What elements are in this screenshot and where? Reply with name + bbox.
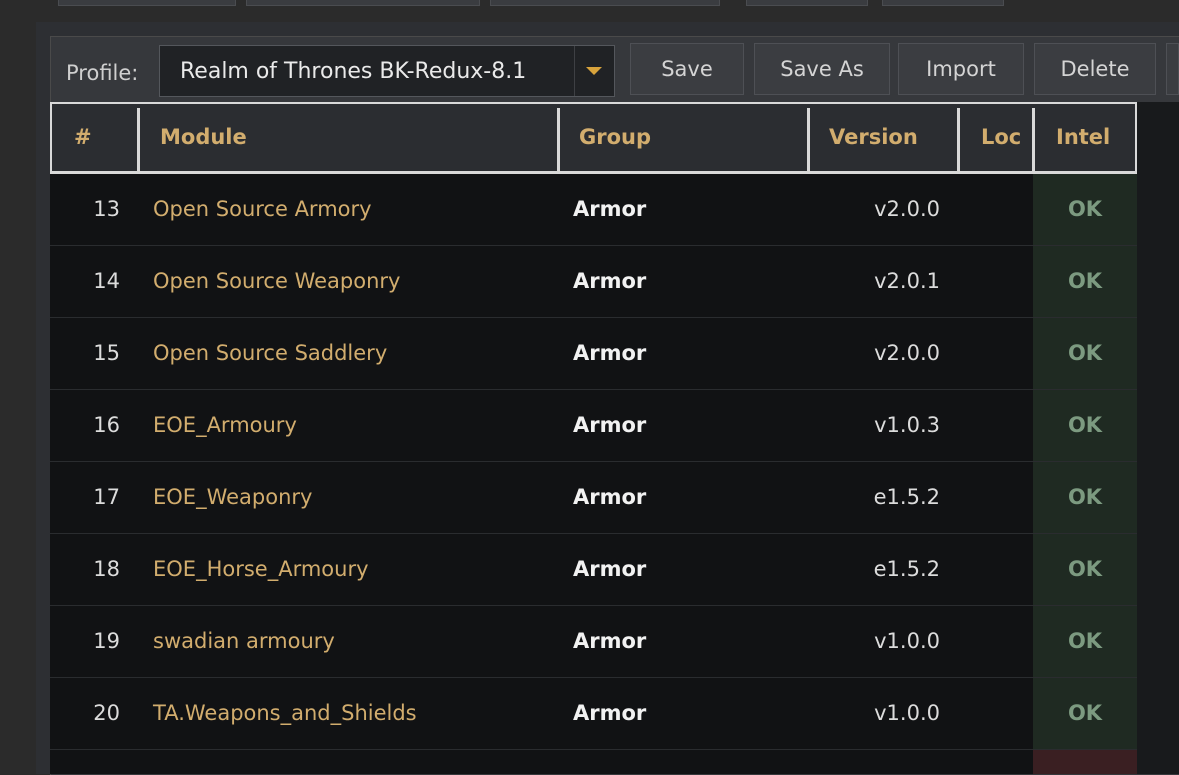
col-header-num[interactable]: # <box>74 104 134 171</box>
table-row[interactable]: 13 Open Source Armory Armor v2.0.0 OK <box>50 174 1137 246</box>
profile-dropdown-value: Realm of Thrones BK-Redux-8.1 <box>180 59 527 84</box>
col-separator[interactable] <box>1032 108 1035 171</box>
row-number: 14 <box>93 269 120 293</box>
grid-scroll-area[interactable] <box>1137 102 1179 774</box>
row-version: v1.0.3 <box>874 413 940 437</box>
row-group: Armor <box>573 485 647 509</box>
col-header-intel[interactable]: Intel <box>1056 104 1110 171</box>
row-group: Armor <box>573 629 647 653</box>
grid-header: # Module Group Version Loc Intel <box>50 102 1137 174</box>
window-left-frame <box>0 0 37 774</box>
row-group: Armor <box>573 701 647 725</box>
row-module-name: Open Source Weaponry <box>153 269 401 293</box>
col-separator[interactable] <box>557 108 560 171</box>
row-module-name: TA.Weapons_and_Shields <box>153 701 417 725</box>
row-module-name: EOE_Horse_Armoury <box>153 557 369 581</box>
row-number: 20 <box>93 701 120 725</box>
top-toolbar-strip <box>0 0 1179 22</box>
top-button-4[interactable] <box>746 0 868 6</box>
chevron-down-icon[interactable] <box>586 67 602 75</box>
table-row[interactable]: 15 Open Source Saddlery Armor v2.0.0 OK <box>50 318 1137 390</box>
row-group: Armor <box>573 413 647 437</box>
row-group: Armor <box>573 557 647 581</box>
row-module-name: swadian armoury <box>153 629 335 653</box>
row-intel-status: OK <box>1033 534 1137 605</box>
row-version: e1.5.2 <box>873 485 940 509</box>
top-button-1[interactable] <box>58 0 236 6</box>
col-header-loc[interactable]: Loc <box>981 104 1021 171</box>
row-intel-status: OK <box>1033 246 1137 317</box>
profile-dropdown[interactable]: Realm of Thrones BK-Redux-8.1 <box>159 45 615 97</box>
col-header-version[interactable]: Version <box>829 104 918 171</box>
row-module-name: EOE_Weaponry <box>153 485 313 509</box>
row-intel-status: OK <box>1033 174 1137 245</box>
import-button[interactable]: Import <box>898 43 1024 95</box>
profile-label: Profile: <box>66 61 139 85</box>
col-separator[interactable] <box>807 108 810 171</box>
row-intel-status: OK <box>1033 606 1137 677</box>
row-version: v1.0.0 <box>874 629 940 653</box>
row-intel-status: OK <box>1033 390 1137 461</box>
row-group: Armor <box>573 341 647 365</box>
table-row[interactable]: 19 swadian armoury Armor v1.0.0 OK <box>50 606 1137 678</box>
row-version: v2.0.1 <box>874 269 940 293</box>
save-button[interactable]: Save <box>630 43 744 95</box>
table-row[interactable]: 17 EOE_Weaponry Armor e1.5.2 OK <box>50 462 1137 534</box>
top-button-3[interactable] <box>490 0 720 6</box>
row-module-name: Open Source Saddlery <box>153 341 388 365</box>
dropdown-divider <box>574 46 575 96</box>
row-number: 19 <box>93 629 120 653</box>
row-version: e1.5.2 <box>873 557 940 581</box>
table-row[interactable]: 16 EOE_Armoury Armor v1.0.3 OK <box>50 390 1137 462</box>
delete-button[interactable]: Delete <box>1034 43 1156 95</box>
row-intel-status: OK <box>1033 318 1137 389</box>
table-row[interactable]: 18 EOE_Horse_Armoury Armor e1.5.2 OK <box>50 534 1137 606</box>
row-intel-status-error <box>1033 750 1137 774</box>
col-separator[interactable] <box>957 108 960 171</box>
row-module-name: EOE_Armoury <box>153 413 297 437</box>
top-button-5[interactable] <box>882 0 1004 6</box>
table-row[interactable]: 14 Open Source Weaponry Armor v2.0.1 OK <box>50 246 1137 318</box>
row-intel-status: OK <box>1033 462 1137 533</box>
col-header-group[interactable]: Group <box>579 104 651 171</box>
row-number: 18 <box>93 557 120 581</box>
row-module-name: Open Source Armory <box>153 197 372 221</box>
col-header-module[interactable]: Module <box>160 104 247 171</box>
row-intel-status: OK <box>1033 678 1137 749</box>
toolbar-button-partial[interactable] <box>1166 43 1179 95</box>
row-version: v2.0.0 <box>874 197 940 221</box>
top-button-2[interactable] <box>246 0 480 6</box>
save-as-button[interactable]: Save As <box>754 43 890 95</box>
row-number: 16 <box>93 413 120 437</box>
col-separator[interactable] <box>137 108 140 171</box>
table-row[interactable]: 20 TA.Weapons_and_Shields Armor v1.0.0 O… <box>50 678 1137 750</box>
row-group: Armor <box>573 269 647 293</box>
row-number: 17 <box>93 485 120 509</box>
row-version: v1.0.0 <box>874 701 940 725</box>
row-number: 13 <box>93 197 120 221</box>
row-number: 15 <box>93 341 120 365</box>
row-group: Armor <box>573 197 647 221</box>
row-version: v2.0.0 <box>874 341 940 365</box>
